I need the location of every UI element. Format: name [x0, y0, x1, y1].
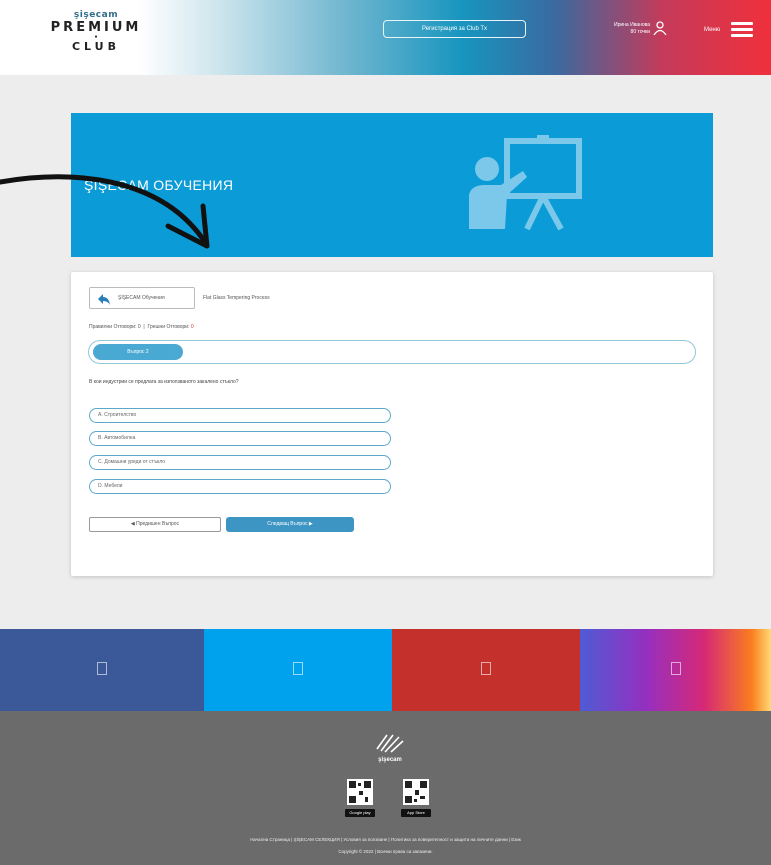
- wrong-count: 0: [190, 324, 194, 330]
- app-store-badge[interactable]: App Store: [401, 809, 431, 817]
- progress-fill: Въпрос 2: [93, 344, 183, 360]
- back-button[interactable]: ŞİŞECAM Обучения: [89, 287, 195, 309]
- instagram-icon: [670, 662, 681, 675]
- answer-option[interactable]: B. Автомобилна: [89, 431, 391, 446]
- breadcrumb: Flat Glass Tempering Process: [203, 295, 270, 301]
- youtube-icon: [481, 662, 491, 675]
- user-name: Ирина Иванова: [614, 22, 650, 28]
- twitter-icon: [293, 662, 303, 675]
- footer-logo-text: şişecam: [378, 757, 402, 763]
- twitter-tile[interactable]: [204, 629, 392, 711]
- answer-option[interactable]: C. Домашни уреди от стъкло: [89, 455, 391, 470]
- presentation-teacher-icon: [469, 135, 582, 231]
- facebook-icon: [97, 662, 107, 675]
- logo-premium: PREMIUM: [50, 20, 142, 35]
- question-text: В кои индустрии се предлага за използван…: [89, 379, 239, 385]
- correct-label: Правилни Отговори:: [89, 324, 137, 330]
- qr-code-google-play: [347, 779, 373, 805]
- user-icon[interactable]: [653, 21, 667, 35]
- correct-count: 0: [137, 324, 141, 330]
- question-progress-bar: Въпрос 2: [88, 340, 696, 364]
- logo-brand: şişecam: [73, 10, 119, 20]
- hamburger-menu-icon[interactable]: [731, 22, 753, 38]
- instagram-tile[interactable]: [580, 629, 771, 711]
- prev-button-label: Предишен Въпрос: [136, 521, 180, 527]
- copyright: Copyright © 2022 | Всички права са запаз…: [338, 849, 433, 854]
- back-button-label: ŞİŞECAM Обучения: [118, 295, 165, 301]
- next-question-button[interactable]: Следващ Въпрос ▶: [226, 517, 354, 532]
- menu-label[interactable]: Меню: [704, 27, 720, 33]
- footer: şişecam Google play App Store Начална Ст…: [0, 711, 771, 865]
- user-info[interactable]: Ирина Иванова 80 точки: [598, 22, 650, 36]
- social-strip: [0, 629, 771, 711]
- logo-club: CLUB: [71, 40, 120, 53]
- footer-links[interactable]: Начална Страница | ŞİŞECAM СЕЛЕКЦИЯ | Ус…: [0, 837, 771, 842]
- site-logo[interactable]: şişecam PREMIUM ● CLUB: [46, 10, 146, 53]
- qr-code-app-store: [403, 779, 429, 805]
- facebook-tile[interactable]: [0, 629, 204, 711]
- back-arrow-icon: [98, 294, 110, 305]
- google-play-badge[interactable]: Google play: [345, 809, 375, 817]
- quiz-card: ŞİŞECAM Обучения Flat Glass Tempering Pr…: [71, 272, 713, 576]
- wrong-label: Грешни Отговори:: [147, 324, 190, 330]
- next-button-label: Следващ Въпрос: [267, 521, 308, 527]
- previous-question-button[interactable]: ◀ Предишен Въпрос: [89, 517, 221, 532]
- user-points: 80 точки: [630, 29, 650, 35]
- curved-arrow-icon: [0, 174, 210, 249]
- header-register-button[interactable]: Регистрация за Club Tx: [383, 20, 526, 38]
- youtube-tile[interactable]: [392, 629, 580, 711]
- top-header: şişecam PREMIUM ● CLUB Регистрация за Cl…: [0, 0, 771, 75]
- score-line: Правилни Отговори: 0 | Грешни Отговори: …: [89, 324, 194, 330]
- answer-option[interactable]: A. Строителство: [89, 408, 391, 423]
- next-arrow-icon: ▶: [307, 521, 313, 527]
- answer-option[interactable]: D. Мебели: [89, 479, 391, 494]
- sisecam-logo-icon: [376, 734, 404, 753]
